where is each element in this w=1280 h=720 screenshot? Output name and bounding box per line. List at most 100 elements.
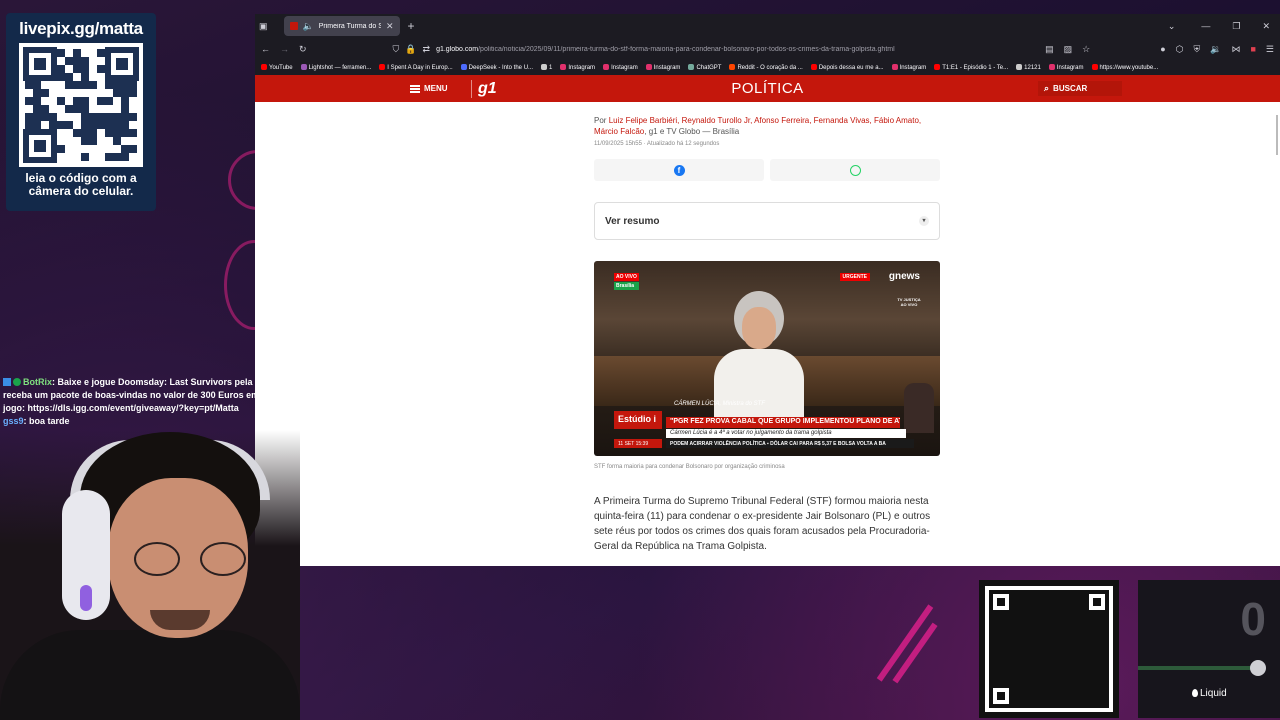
qr-module — [81, 121, 89, 129]
lock-icon[interactable]: 🔒 — [405, 44, 416, 54]
permissions-icon[interactable]: ⇄ — [423, 44, 431, 54]
bookmark-item[interactable]: Reddit - O coração da ... — [729, 63, 803, 71]
bookmark-favicon-icon — [300, 63, 307, 70]
bookmark-item[interactable]: Lightshot — ferramen... — [300, 63, 371, 71]
qr-module — [121, 137, 129, 145]
whatsapp-share-button[interactable] — [770, 159, 940, 181]
speaker-icon[interactable]: 🔈 — [303, 21, 314, 31]
qr-module — [57, 121, 65, 129]
verified-badge-icon — [13, 378, 21, 386]
ublock-icon[interactable]: ⛨ — [1194, 44, 1201, 54]
qr-module — [89, 97, 97, 105]
search-button[interactable]: ⌕ BUSCAR — [1038, 81, 1122, 96]
article-body: A Primeira Turma do Supremo Tribunal Fed… — [594, 496, 931, 552]
bookmark-label: DeepSeek - Into the U... — [468, 64, 534, 71]
bookmark-favicon-icon — [810, 63, 817, 70]
qr-module — [81, 89, 89, 97]
section-title[interactable]: POLÍTICA — [255, 80, 1280, 97]
new-tab-icon[interactable]: + — [408, 20, 415, 32]
qr-module — [49, 113, 57, 121]
qr-module — [97, 97, 105, 105]
bookmark-item[interactable]: https://www.youtube... — [1091, 63, 1158, 71]
navigation-bar: ← → ↻ ⛉ 🔒 ⇄ g1.globo.com/politica/notici… — [255, 38, 1280, 60]
qr-module — [25, 97, 33, 105]
qr-module — [25, 81, 33, 89]
qr-module — [105, 105, 113, 113]
qr-module — [33, 121, 41, 129]
bookmark-label: 12121 — [1024, 64, 1041, 71]
qr-module — [73, 81, 81, 89]
facebook-share-button[interactable]: f — [594, 159, 764, 181]
g1-logo[interactable]: g1 — [471, 79, 497, 98]
bookmark-item[interactable]: Instagram — [1048, 63, 1084, 71]
tab-active[interactable]: 🔈 Primeira Turma do STF form ✕ — [283, 16, 400, 36]
qr-module — [81, 49, 89, 57]
volume-extension-icon[interactable]: 🔉 — [1210, 44, 1221, 54]
qr-module — [73, 121, 81, 129]
bookmark-item[interactable]: T1:E1 - Episódio 1 - Te... — [934, 63, 1008, 71]
reload-icon[interactable]: ↻ — [299, 44, 307, 54]
tab-bar: ▣ 🔈 Primeira Turma do STF form ✕ + ⌄ — ❐… — [255, 14, 1280, 38]
close-tab-icon[interactable]: ✕ — [386, 21, 394, 31]
extension-icon[interactable]: ⬡ — [1176, 44, 1184, 54]
qr-module — [65, 145, 73, 153]
video-player[interactable]: AO VIVO Brasília URGENTE gnews TV JUSTIÇ… — [594, 261, 940, 456]
bookmark-item[interactable]: 1 — [541, 63, 552, 71]
qr-module — [129, 89, 137, 97]
bookmark-item[interactable]: ChatGPT — [688, 63, 721, 71]
app-menu-icon[interactable]: ☰ — [1266, 44, 1274, 54]
speaker-body — [714, 349, 804, 421]
g1-header: POLÍTICA MENU g1 ⌕ BUSCAR — [255, 75, 1280, 102]
qr-module — [41, 81, 49, 89]
list-tabs-icon[interactable]: ⌄ — [1168, 21, 1176, 31]
tv-justica-label: TV JUSTIÇA AO VIVO — [897, 297, 921, 307]
qr-module — [65, 65, 73, 73]
address-bar[interactable]: ⛉ 🔒 ⇄ g1.globo.com/politica/noticia/2025… — [387, 40, 1036, 58]
qr-module — [81, 73, 89, 81]
bookmark-item[interactable]: YouTube — [261, 63, 293, 71]
bookmark-item[interactable]: Instagram — [645, 63, 680, 71]
maximize-icon[interactable]: ❐ — [1232, 21, 1240, 31]
webcam-feed — [0, 430, 300, 720]
extension-icon[interactable]: ⋈ — [1231, 44, 1240, 54]
bookmark-item[interactable]: Instagram — [603, 63, 638, 71]
close-window-icon[interactable]: ✕ — [1262, 21, 1270, 31]
bookmark-item[interactable]: Instagram — [891, 63, 926, 71]
scrollbar-thumb[interactable] — [1276, 115, 1278, 155]
back-icon[interactable]: ← — [261, 44, 270, 54]
qr-finder — [105, 47, 139, 81]
extension-icon[interactable]: ■ — [1250, 44, 1255, 54]
minimize-icon[interactable]: — — [1201, 21, 1210, 31]
shield-icon[interactable]: ⛉ — [393, 44, 400, 54]
qr-module — [49, 97, 57, 105]
bookmark-item[interactable]: 12121 — [1016, 63, 1041, 71]
qr-module — [105, 113, 113, 121]
sign-interpreter — [904, 383, 934, 433]
summary-toggle[interactable]: Ver resumo ▾ — [594, 202, 940, 240]
tab-title: Primeira Turma do STF form — [318, 22, 381, 30]
extension-icon[interactable]: ● — [1160, 44, 1165, 54]
bookmark-item[interactable]: I Spent A Day in Europ... — [379, 63, 453, 71]
video-headline: "PGR FEZ PROVA CABAL QUE GRUPO IMPLEMENT… — [666, 417, 900, 428]
bookmark-label: Instagram — [568, 64, 596, 71]
bookmark-item[interactable]: Depois dessa eu me a... — [810, 63, 884, 71]
qr-module — [33, 97, 41, 105]
qr-module — [73, 49, 81, 57]
qr-module — [49, 105, 57, 113]
tab-list-icon[interactable]: ▣ — [259, 21, 268, 31]
bookmark-item[interactable]: DeepSeek - Into the U... — [460, 63, 534, 71]
menu-button[interactable]: MENU — [410, 84, 448, 93]
reader-mode-icon[interactable]: ▤ — [1045, 44, 1054, 54]
bookmark-item[interactable]: Instagram — [560, 63, 596, 71]
bot-badge-icon — [3, 378, 11, 386]
qr-module — [89, 121, 97, 129]
forward-icon[interactable]: → — [280, 44, 289, 54]
bookmark-star-icon[interactable]: ☆ — [1082, 44, 1090, 54]
bookmark-favicon-icon — [729, 63, 736, 70]
qr-module — [89, 49, 97, 57]
qr-module — [41, 121, 49, 129]
qr-module — [57, 57, 65, 65]
livepix-panel: livepix.gg/matta leia o código com a câm… — [6, 13, 156, 211]
qr-module — [65, 129, 73, 137]
screenshot-icon[interactable]: ▨ — [1064, 44, 1073, 54]
